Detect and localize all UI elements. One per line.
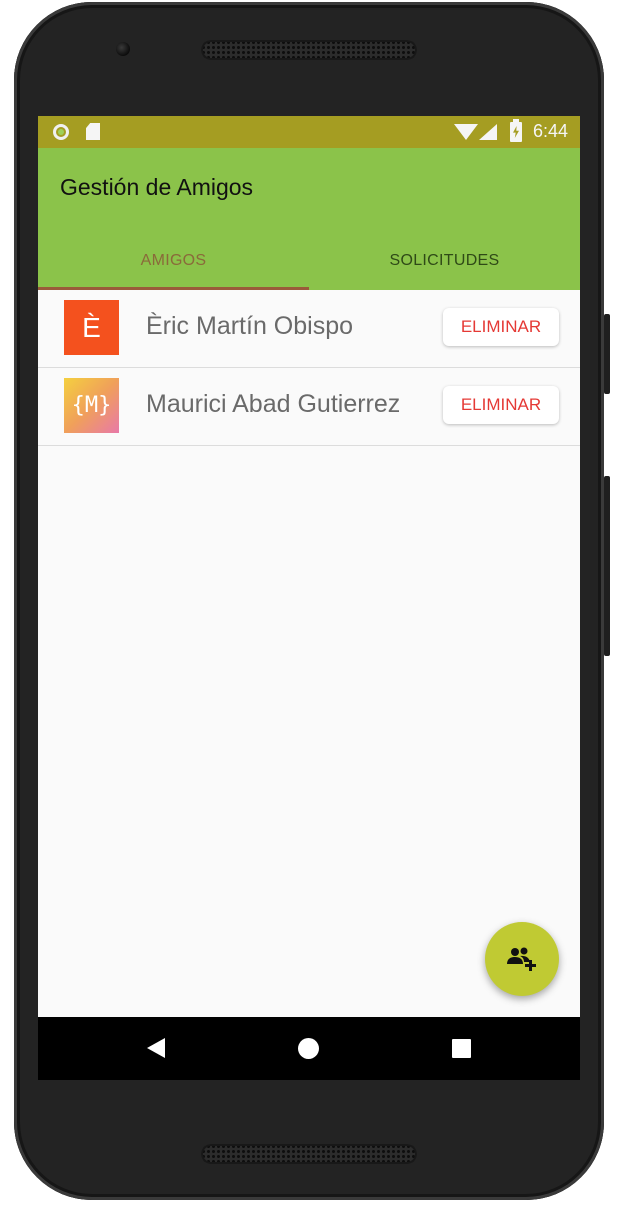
friends-list: È Èric Martín Obispo ELIMINAR {M} Mauric… (38, 290, 580, 446)
power-button (604, 314, 610, 394)
home-icon[interactable] (298, 1038, 319, 1059)
tab-amigos[interactable]: AMIGOS (38, 232, 309, 290)
delete-friend-button[interactable]: ELIMINAR (443, 308, 559, 346)
friend-name: Èric Martín Obispo (146, 312, 354, 340)
system-nav-bar (38, 1017, 580, 1080)
avatar: È (64, 300, 119, 355)
add-friend-icon (507, 947, 536, 971)
delete-friend-button[interactable]: ELIMINAR (443, 386, 559, 424)
front-camera (116, 42, 130, 56)
sync-icon (53, 124, 69, 140)
top-speaker (201, 40, 417, 60)
wifi-icon (454, 124, 478, 140)
app-bar: Gestión de Amigos AMIGOS SOLICITUDES (38, 148, 580, 290)
friend-name: Maurici Abad Gutierrez (146, 390, 401, 418)
page-title: Gestión de Amigos (60, 174, 254, 200)
list-item: È Èric Martín Obispo ELIMINAR (38, 290, 580, 368)
volume-button (604, 476, 610, 656)
add-friend-button[interactable] (485, 922, 559, 996)
tab-solicitudes[interactable]: SOLICITUDES (309, 232, 580, 290)
bottom-speaker (201, 1144, 417, 1164)
status-time: 6:44 (533, 121, 569, 141)
battery-charging-icon (510, 119, 522, 142)
list-item: {M} Maurici Abad Gutierrez ELIMINAR (38, 368, 580, 446)
cell-signal-icon (479, 124, 497, 140)
status-bar: 6:44 (38, 116, 580, 148)
sd-card-icon (86, 123, 100, 140)
back-icon[interactable] (147, 1038, 165, 1058)
recent-apps-icon[interactable] (452, 1039, 471, 1058)
tab-bar: AMIGOS SOLICITUDES (38, 232, 580, 290)
avatar: {M} (64, 378, 119, 433)
screen: 6:44 Gestión de Amigos AMIGOS SOLICITUDE… (38, 116, 580, 1080)
